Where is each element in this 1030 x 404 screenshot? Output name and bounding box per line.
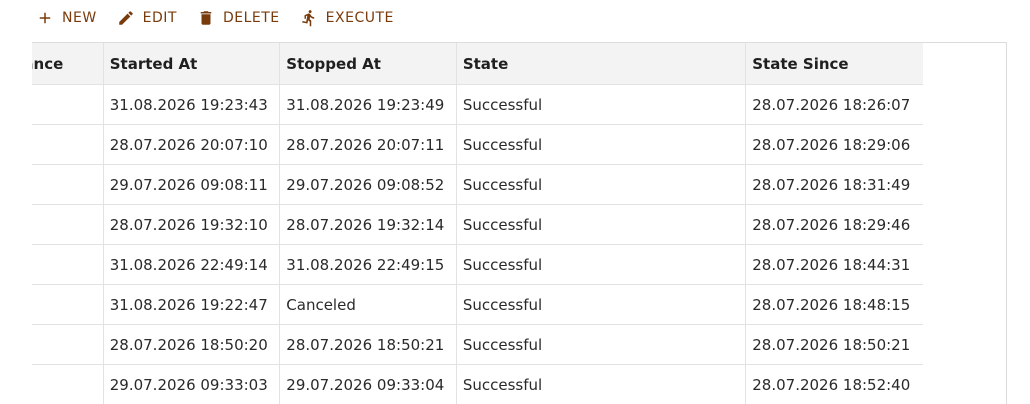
state-cell: Successful — [456, 285, 745, 325]
state-since-cell: 28.07.2026 18:52:40 — [746, 365, 923, 404]
stopped-at-cell: 28.07.2026 18:50:21 — [280, 325, 457, 365]
state-cell: Successful — [456, 125, 745, 165]
stopped-at-cell: Canceled — [280, 285, 457, 325]
started-at-cell: 29.07.2026 09:33:03 — [103, 365, 280, 404]
execute-button-label: EXECUTE — [326, 10, 394, 26]
column-header-started-at[interactable]: Started At — [103, 43, 280, 85]
table-row[interactable]: Manually29.07.2026 09:33:0329.07.2026 09… — [32, 365, 923, 404]
table-row[interactable]: Manually31.08.2026 19:23:4331.08.2026 19… — [32, 85, 923, 125]
edit-button[interactable]: EDIT — [117, 6, 177, 30]
stopped-at-cell: 31.08.2026 22:49:15 — [280, 245, 457, 285]
started-at-cell: 29.07.2026 09:08:11 — [103, 165, 280, 205]
state-cell: Successful — [456, 325, 745, 365]
performance-cell: Manually — [32, 245, 103, 285]
started-at-cell: 28.07.2026 18:50:20 — [103, 325, 280, 365]
started-at-cell: 28.07.2026 19:32:10 — [103, 205, 280, 245]
stopped-at-cell: 28.07.2026 19:32:14 — [280, 205, 457, 245]
column-header-performance[interactable]: Performance — [32, 43, 103, 85]
performance-cell: Manually — [32, 285, 103, 325]
state-since-cell: 28.07.2026 18:29:06 — [746, 125, 923, 165]
performance-cell: Manually — [32, 85, 103, 125]
trash-icon — [197, 9, 215, 27]
performance-cell: Manually — [32, 365, 103, 404]
plus-icon — [36, 9, 54, 27]
performance-cell: Manually — [32, 205, 103, 245]
state-since-cell: 28.07.2026 18:26:07 — [746, 85, 923, 125]
state-cell: Successful — [456, 245, 745, 285]
column-header-stopped-at[interactable]: Stopped At — [280, 43, 457, 85]
delete-button-label: DELETE — [223, 10, 280, 26]
state-since-cell: 28.07.2026 18:50:21 — [746, 325, 923, 365]
started-at-cell: 31.08.2026 22:49:14 — [103, 245, 280, 285]
stopped-at-cell: 31.08.2026 19:23:49 — [280, 85, 457, 125]
performance-cell: Manually — [32, 125, 103, 165]
new-button-label: NEW — [62, 10, 97, 26]
table-row[interactable]: Manually31.08.2026 22:49:1431.08.2026 22… — [32, 245, 923, 285]
state-since-cell: 28.07.2026 18:31:49 — [746, 165, 923, 205]
performance-cell: Manually — [32, 165, 103, 205]
stopped-at-cell: 29.07.2026 09:08:52 — [280, 165, 457, 205]
started-at-cell: 28.07.2026 20:07:10 — [103, 125, 280, 165]
delete-button[interactable]: DELETE — [197, 6, 280, 30]
state-since-cell: 28.07.2026 18:29:46 — [746, 205, 923, 245]
stopped-at-cell: 28.07.2026 20:07:11 — [280, 125, 457, 165]
state-cell: Successful — [456, 205, 745, 245]
column-header-state-since[interactable]: State Since — [746, 43, 923, 85]
toolbar: NEW EDIT DELETE EXECUTE — [36, 6, 414, 30]
table-row[interactable]: Manually31.08.2026 19:22:47CanceledSucce… — [32, 285, 923, 325]
table-row[interactable]: Manually29.07.2026 09:08:1129.07.2026 09… — [32, 165, 923, 205]
runs-table: Performance Started At Stopped At State … — [32, 43, 923, 404]
started-at-cell: 31.08.2026 19:22:47 — [103, 285, 280, 325]
state-cell: Successful — [456, 365, 745, 404]
started-at-cell: 31.08.2026 19:23:43 — [103, 85, 280, 125]
pencil-icon — [117, 9, 135, 27]
state-since-cell: 28.07.2026 18:44:31 — [746, 245, 923, 285]
runs-grid: Performance Started At Stopped At State … — [32, 42, 1007, 404]
new-button[interactable]: NEW — [36, 6, 97, 30]
table-row[interactable]: Manually28.07.2026 20:07:1028.07.2026 20… — [32, 125, 923, 165]
execute-button[interactable]: EXECUTE — [300, 6, 394, 30]
table-row[interactable]: Manually28.07.2026 19:32:1028.07.2026 19… — [32, 205, 923, 245]
performance-cell: Manually — [32, 325, 103, 365]
header-row: Performance Started At Stopped At State … — [32, 43, 923, 85]
stopped-at-cell: 29.07.2026 09:33:04 — [280, 365, 457, 404]
state-cell: Successful — [456, 85, 745, 125]
running-person-icon — [300, 9, 318, 27]
state-cell: Successful — [456, 165, 745, 205]
edit-button-label: EDIT — [143, 10, 177, 26]
column-header-state[interactable]: State — [456, 43, 745, 85]
state-since-cell: 28.07.2026 18:48:15 — [746, 285, 923, 325]
table-row[interactable]: Manually28.07.2026 18:50:2028.07.2026 18… — [32, 325, 923, 365]
